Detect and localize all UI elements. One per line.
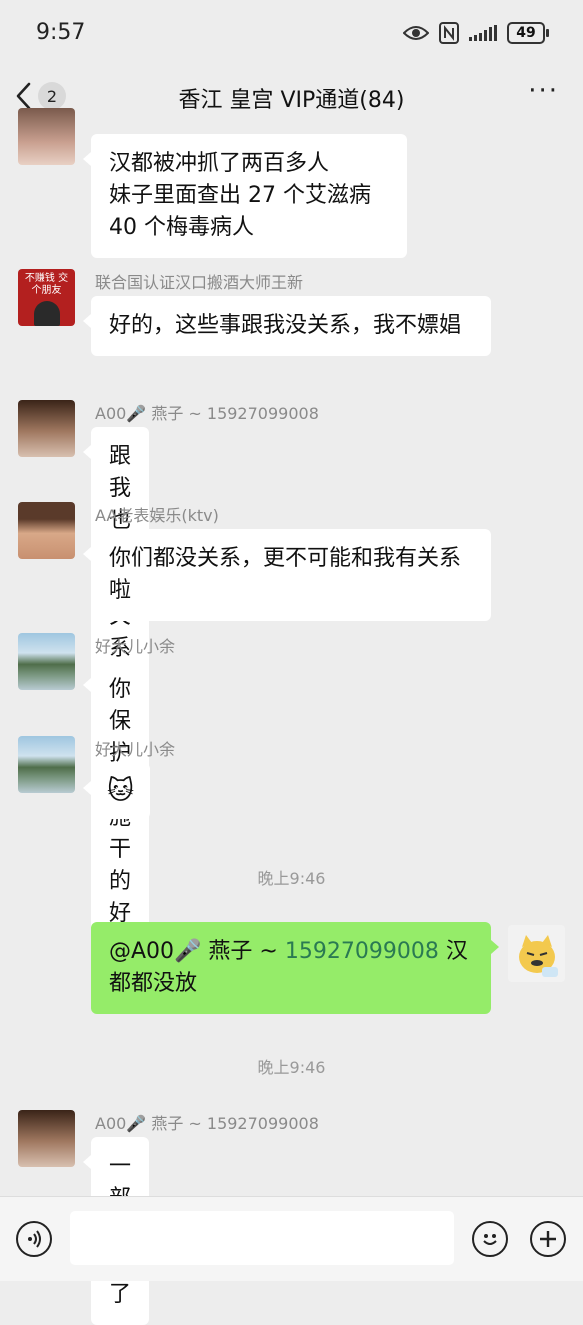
emoji-icon [483, 1234, 497, 1245]
mention-phone[interactable]: 15927099008 [285, 939, 439, 964]
sender-name: 好大儿小余 [95, 637, 176, 656]
my-avatar[interactable] [508, 925, 565, 982]
message-bubble[interactable]: 你们都没关系，更不可能和我有关系啦 [83, 529, 491, 621]
avatar[interactable] [18, 400, 75, 457]
battery-icon: 49 [507, 22, 549, 44]
message-line: 妹子里面查出 27 个艾滋病 [109, 183, 371, 208]
my-message-bubble[interactable]: @A00🎤 燕子 ~ 15927099008 汉 都都没放 [91, 922, 499, 1014]
more-options-button[interactable]: ··· [528, 78, 559, 104]
sender-name: A00🎤 燕子 ~ 15927099008 [95, 1114, 319, 1133]
voice-icon [28, 1230, 41, 1248]
sender-name: 好大儿小余 [95, 740, 176, 759]
timestamp: 晚上9:46 [257, 869, 326, 888]
input-bar [0, 1196, 583, 1281]
avatar[interactable] [18, 736, 75, 793]
status-time: 9:57 [36, 20, 86, 45]
emoji-button[interactable] [472, 1221, 508, 1257]
message-text: 都都没放 [109, 971, 198, 996]
avatar[interactable] [18, 633, 75, 690]
sender-name: 联合国认证汉口搬酒大师王新 [95, 273, 304, 292]
avatar-text: 不赚钱 交个朋友 [24, 273, 69, 296]
sender-name: AA老表娱乐(ktv) [95, 506, 219, 525]
message-line: 汉都被冲抓了两百多人 [109, 151, 330, 176]
chat-header: 2 香江 皇宫 VIP通道(84) ··· [0, 66, 583, 128]
message-bubble[interactable]: 汉都被冲抓了两百多人 妹子里面查出 27 个艾滋病 40 个梅毒病人 [83, 134, 407, 258]
message-line: 40 个梅毒病人 [109, 215, 254, 240]
plus-icon [540, 1231, 556, 1247]
message-input[interactable] [70, 1211, 454, 1265]
dog-emoji-icon: 🐱 [107, 776, 135, 806]
status-bar: 9:57 49 [0, 0, 583, 66]
timestamp: 晚上9:46 [257, 1058, 326, 1077]
message-bubble[interactable]: 好的，这些事跟我没关系，我不嫖娼 [83, 296, 491, 356]
mention-prefix[interactable]: @A00🎤 燕子 ~ [109, 939, 285, 964]
avatar[interactable] [18, 1110, 75, 1167]
avatar[interactable]: 不赚钱 交个朋友 [18, 269, 75, 326]
angry-dog-avatar-icon [518, 934, 558, 977]
status-icons: 49 [403, 20, 549, 46]
eye-icon [403, 26, 429, 40]
avatar[interactable] [18, 502, 75, 559]
plus-button[interactable] [530, 1221, 566, 1257]
voice-button[interactable] [16, 1221, 52, 1257]
message-text: 汉 [438, 939, 468, 964]
chat-title: 香江 皇宫 VIP通道(84) [178, 88, 405, 113]
signal-icon [469, 25, 497, 41]
avatar[interactable] [18, 108, 75, 165]
nfc-icon [439, 22, 459, 44]
emoji-bubble[interactable]: 🐱 [82, 763, 151, 819]
sender-name: A00🎤 燕子 ~ 15927099008 [95, 404, 319, 423]
